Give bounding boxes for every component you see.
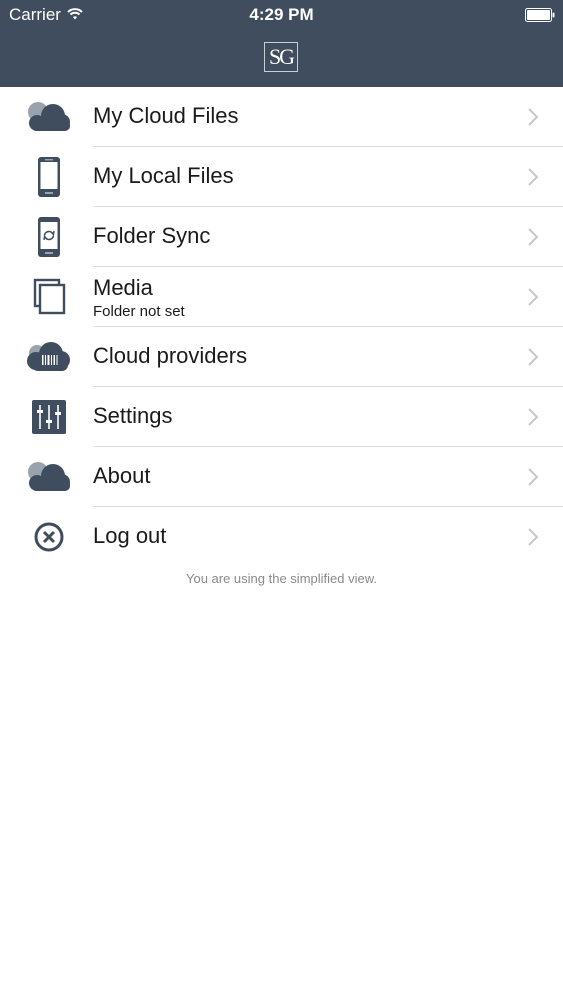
chevron-right-icon [525,105,541,129]
cloud-provider-icon [24,335,74,379]
menu-item-cloud-providers[interactable]: Cloud providers [0,327,563,387]
chevron-right-icon [525,225,541,249]
sliders-icon [24,395,74,439]
phone-sync-icon [24,215,74,259]
close-circle-icon [24,515,74,559]
menu-item-label: Folder Sync [93,223,211,248]
app-logo: SG [264,42,298,72]
menu-item-settings[interactable]: Settings [0,387,563,447]
chevron-right-icon [525,285,541,309]
phone-icon [24,155,74,199]
menu-item-my-local-files[interactable]: My Local Files [0,147,563,207]
battery-icon [525,7,555,22]
menu-item-label: About [93,463,151,488]
chevron-right-icon [525,165,541,189]
chevron-right-icon [525,525,541,549]
menu-item-folder-sync[interactable]: Folder Sync [0,207,563,267]
menu-item-label: My Cloud Files [93,103,239,128]
menu-item-label: Log out [93,523,167,548]
menu-item-sublabel: Folder not set [93,303,185,320]
menu-item-media[interactable]: Media Folder not set [0,267,563,327]
menu-item-my-cloud-files[interactable]: My Cloud Files [0,87,563,147]
menu-item-label: My Local Files [93,163,234,188]
menu-list: My Cloud Files My Local Files Folder Syn… [0,87,563,567]
navigation-bar: Carrier 4:29 PM SG [0,0,563,87]
menu-item-label: Cloud providers [93,343,248,368]
chevron-right-icon [525,405,541,429]
media-icon [24,275,74,319]
menu-item-about[interactable]: About [0,447,563,507]
status-bar: Carrier 4:29 PM [0,0,563,30]
menu-item-label: Settings [93,403,173,428]
cloud-icon [24,95,74,139]
menu-item-label: Media [93,275,153,300]
simplified-view-notice: You are using the simplified view. [185,571,378,586]
menu-item-log-out[interactable]: Log out [0,507,563,567]
status-time: 4:29 PM [249,5,314,24]
chevron-right-icon [525,345,541,369]
chevron-right-icon [525,465,541,489]
cloud-icon [24,455,74,499]
